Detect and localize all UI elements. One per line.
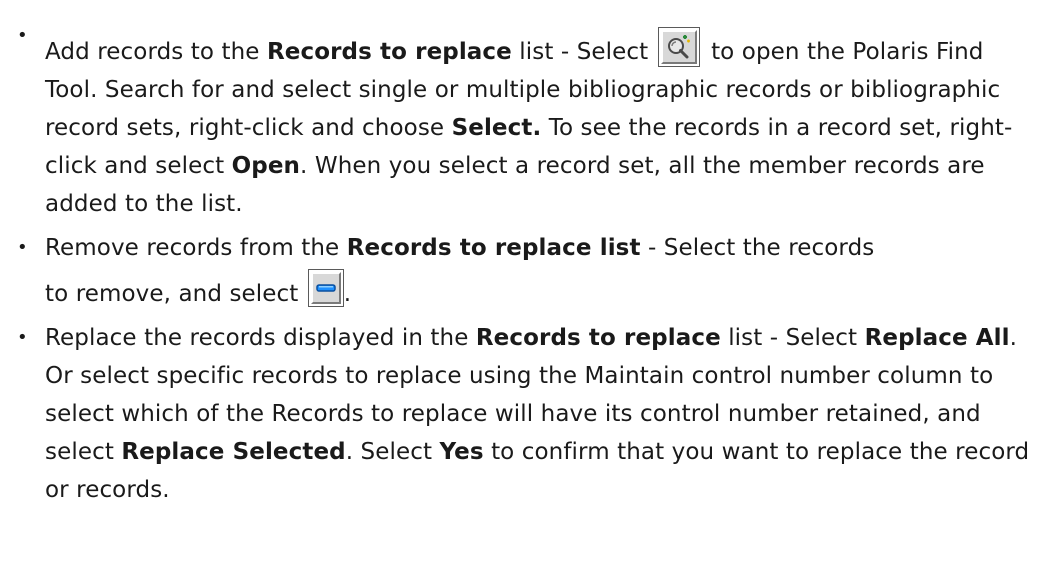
bold-text: Open: [231, 153, 301, 179]
remove-button[interactable]: [307, 268, 344, 307]
bullet: •: [17, 327, 28, 348]
text: .: [343, 281, 352, 307]
find-tool-icon: [660, 29, 697, 64]
text: to remove, and select: [45, 281, 306, 307]
bold-text: Records to replace: [266, 39, 512, 65]
text: Add records to the: [45, 39, 267, 65]
find-tool-button[interactable]: [657, 26, 700, 67]
text: . Select: [345, 439, 440, 465]
text: - Select the records: [640, 235, 875, 261]
text: Replace the records displayed in the: [45, 325, 476, 351]
text: list - Select: [720, 325, 865, 351]
bullet: •: [17, 237, 28, 258]
list-item-replace-records: • Replace the records displayed in the R…: [0, 319, 1045, 509]
text: Remove records from the: [45, 235, 347, 261]
bullet-list: • Add records to the Records to replace …: [0, 0, 1045, 509]
remove-icon: [310, 271, 341, 304]
list-item-remove-records: • Remove records from the Records to rep…: [0, 229, 1045, 313]
bold-text: Replace Selected: [121, 439, 346, 465]
bold-text: Replace All: [864, 325, 1010, 351]
text: list - Select: [511, 39, 656, 65]
bold-text: Select.: [451, 115, 542, 141]
bullet: •: [17, 25, 28, 46]
document: • Add records to the Records to replace …: [0, 0, 1045, 575]
bold-text: Records to replace: [475, 325, 721, 351]
bold-text: Yes: [439, 439, 484, 465]
bold-text: Records to replace list: [346, 235, 641, 261]
line: Remove records from the Records to repla…: [45, 229, 1035, 267]
line: to remove, and select .: [45, 268, 1035, 313]
list-item-add-records: • Add records to the Records to replace …: [0, 0, 1045, 223]
